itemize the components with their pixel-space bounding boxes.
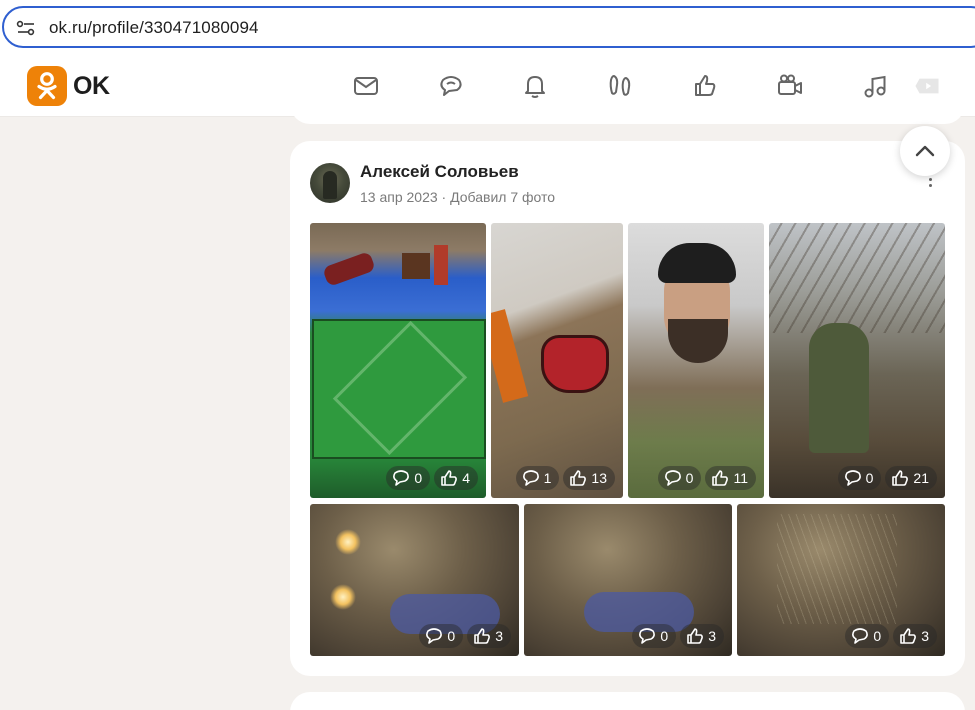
next-post-card	[290, 692, 965, 710]
like-icon	[687, 628, 704, 644]
post-date[interactable]: 13 апр 2023	[360, 189, 438, 205]
comments-count[interactable]: 0	[845, 624, 890, 648]
likes-count[interactable]: 4	[434, 466, 478, 490]
likes-count[interactable]: 13	[563, 466, 615, 490]
post-photo[interactable]: 0 3	[310, 504, 519, 656]
post-meta: 13 апр 2023 · Добавил 7 фото	[360, 189, 555, 205]
comment-icon	[393, 470, 410, 486]
likes-count[interactable]: 21	[885, 466, 937, 490]
like-icon	[900, 628, 917, 644]
likes-count[interactable]: 3	[467, 624, 511, 648]
comment-icon	[664, 470, 681, 486]
comments-count[interactable]: 0	[419, 624, 464, 648]
ok-logo-icon	[27, 66, 67, 106]
post-photo[interactable]: 0 3	[737, 504, 945, 656]
post-photo[interactable]: 0 4	[310, 223, 486, 498]
like-icon	[474, 628, 491, 644]
author-avatar[interactable]	[310, 163, 350, 203]
post-photo[interactable]: 1 13	[491, 223, 623, 498]
music-icon[interactable]	[860, 71, 890, 101]
post-card: Алексей Соловьев 13 апр 2023 · Добавил 7…	[290, 141, 965, 676]
browser-address-bar: ok.ru/profile/330471080094	[0, 0, 975, 55]
like-icon	[570, 470, 587, 486]
comment-icon	[522, 470, 539, 486]
post-photo[interactable]: 0 21	[769, 223, 945, 498]
ok-logo[interactable]: OK	[27, 66, 110, 106]
photo-stats: 0 3	[419, 624, 511, 648]
scroll-to-top-button[interactable]	[900, 126, 950, 176]
previous-post-card	[290, 100, 965, 124]
url-field[interactable]: ok.ru/profile/330471080094	[2, 6, 975, 48]
comment-icon	[852, 628, 869, 644]
site-settings-icon[interactable]	[16, 20, 36, 36]
like-icon	[892, 470, 909, 486]
likes-count[interactable]: 3	[680, 624, 724, 648]
likes-count[interactable]: 3	[893, 624, 937, 648]
likes-count[interactable]: 11	[705, 466, 756, 490]
meta-separator: ·	[441, 189, 447, 205]
photo-stats: 0 4	[386, 466, 478, 490]
comments-count[interactable]: 0	[386, 466, 431, 490]
post-action: Добавил 7 фото	[450, 189, 556, 205]
video-showcase-icon[interactable]	[910, 71, 944, 101]
comments-count[interactable]: 1	[515, 466, 560, 490]
logo-text: OK	[73, 71, 110, 100]
photo-stats: 0 3	[632, 624, 724, 648]
video-icon[interactable]	[775, 71, 805, 101]
url-text[interactable]: ok.ru/profile/330471080094	[49, 18, 259, 38]
comments-count[interactable]: 0	[632, 624, 677, 648]
comment-icon	[639, 628, 656, 644]
photo-stats: 0 3	[845, 624, 937, 648]
guests-icon[interactable]	[605, 71, 635, 101]
messages-icon[interactable]	[351, 71, 381, 101]
comment-icon	[426, 628, 443, 644]
comment-icon	[844, 470, 861, 486]
photo-stats: 0 21	[837, 466, 937, 490]
photo-stats: 1 13	[515, 466, 615, 490]
comments-count[interactable]: 0	[837, 466, 882, 490]
post-photo[interactable]: 0 3	[524, 504, 732, 656]
author-name[interactable]: Алексей Соловьев	[360, 162, 519, 182]
chevron-up-icon	[915, 145, 935, 157]
like-icon	[712, 470, 729, 486]
post-photo[interactable]: 0 11	[628, 223, 764, 498]
discussions-icon[interactable]	[436, 71, 466, 101]
comments-count[interactable]: 0	[657, 466, 702, 490]
events-icon[interactable]	[690, 71, 720, 101]
photo-stats: 0 11	[657, 466, 756, 490]
like-icon	[441, 470, 458, 486]
notifications-icon[interactable]	[520, 71, 550, 101]
